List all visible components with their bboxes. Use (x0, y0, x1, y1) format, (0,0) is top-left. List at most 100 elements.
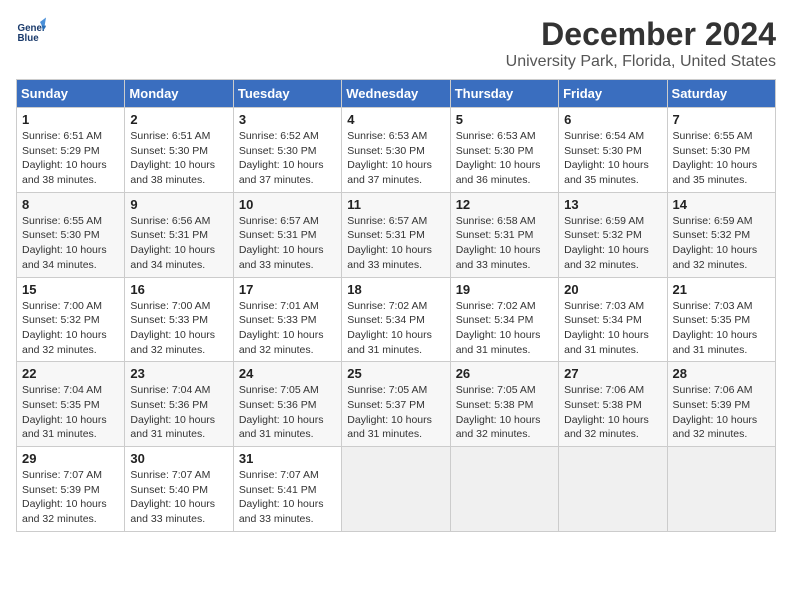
day-info: Sunrise: 7:00 AM Sunset: 5:32 PM Dayligh… (22, 299, 119, 358)
calendar-cell: 30Sunrise: 7:07 AM Sunset: 5:40 PM Dayli… (125, 447, 233, 532)
day-number: 18 (347, 282, 444, 297)
day-of-week-header: Saturday (667, 80, 775, 108)
calendar-cell: 3 Sunrise: 6:52 AM Sunset: 5:30 PM Daylig… (233, 108, 341, 193)
day-info: Sunrise: 6:58 AM Sunset: 5:31 PM Dayligh… (456, 214, 553, 273)
day-number: 4 (347, 112, 444, 127)
calendar-table: SundayMondayTuesdayWednesdayThursdayFrid… (16, 79, 776, 532)
calendar-cell: 19 Sunrise: 7:02 AM Sunset: 5:34 PM Dayli… (450, 277, 558, 362)
day-info: Sunrise: 7:07 AM Sunset: 5:39 PM Dayligh… (22, 468, 119, 527)
day-info: Sunrise: 7:06 AM Sunset: 5:39 PM Dayligh… (673, 383, 770, 442)
calendar-cell: 7 Sunrise: 6:55 AM Sunset: 5:30 PM Daylig… (667, 108, 775, 193)
calendar-week-row: 29Sunrise: 7:07 AM Sunset: 5:39 PM Dayli… (17, 447, 776, 532)
calendar-cell: 5 Sunrise: 6:53 AM Sunset: 5:30 PM Daylig… (450, 108, 558, 193)
calendar-cell: 12 Sunrise: 6:58 AM Sunset: 5:31 PM Dayli… (450, 192, 558, 277)
days-header-row: SundayMondayTuesdayWednesdayThursdayFrid… (17, 80, 776, 108)
day-info: Sunrise: 6:59 AM Sunset: 5:32 PM Dayligh… (673, 214, 770, 273)
day-number: 8 (22, 197, 119, 212)
day-info: Sunrise: 6:51 AM Sunset: 5:29 PM Dayligh… (22, 129, 119, 188)
calendar-week-row: 15 Sunrise: 7:00 AM Sunset: 5:32 PM Dayli… (17, 277, 776, 362)
day-number: 1 (22, 112, 119, 127)
day-info: Sunrise: 6:52 AM Sunset: 5:30 PM Dayligh… (239, 129, 336, 188)
calendar-cell: 29Sunrise: 7:07 AM Sunset: 5:39 PM Dayli… (17, 447, 125, 532)
logo: General Blue (16, 16, 46, 46)
day-info: Sunrise: 7:04 AM Sunset: 5:36 PM Dayligh… (130, 383, 227, 442)
calendar-cell: 26 Sunrise: 7:05 AM Sunset: 5:38 PM Dayli… (450, 362, 558, 447)
day-info: Sunrise: 6:53 AM Sunset: 5:30 PM Dayligh… (456, 129, 553, 188)
logo-icon: General Blue (16, 16, 46, 46)
day-number: 26 (456, 366, 553, 381)
day-info: Sunrise: 6:55 AM Sunset: 5:30 PM Dayligh… (673, 129, 770, 188)
calendar-cell: 25Sunrise: 7:05 AM Sunset: 5:37 PM Dayli… (342, 362, 450, 447)
day-info: Sunrise: 6:53 AM Sunset: 5:30 PM Dayligh… (347, 129, 444, 188)
day-info: Sunrise: 6:59 AM Sunset: 5:32 PM Dayligh… (564, 214, 661, 273)
day-of-week-header: Wednesday (342, 80, 450, 108)
svg-text:Blue: Blue (18, 33, 40, 44)
day-info: Sunrise: 7:06 AM Sunset: 5:38 PM Dayligh… (564, 383, 661, 442)
calendar-cell: 16Sunrise: 7:00 AM Sunset: 5:33 PM Dayli… (125, 277, 233, 362)
day-info: Sunrise: 6:51 AM Sunset: 5:30 PM Dayligh… (130, 129, 227, 188)
day-number: 3 (239, 112, 336, 127)
header: General Blue December 2024 University Pa… (16, 16, 776, 71)
day-number: 7 (673, 112, 770, 127)
calendar-cell: 1 Sunrise: 6:51 AM Sunset: 5:29 PM Daylig… (17, 108, 125, 193)
calendar-cell (667, 447, 775, 532)
day-info: Sunrise: 7:05 AM Sunset: 5:38 PM Dayligh… (456, 383, 553, 442)
day-number: 10 (239, 197, 336, 212)
day-number: 28 (673, 366, 770, 381)
day-number: 23 (130, 366, 227, 381)
calendar-cell (342, 447, 450, 532)
day-info: Sunrise: 7:00 AM Sunset: 5:33 PM Dayligh… (130, 299, 227, 358)
calendar-week-row: 22Sunrise: 7:04 AM Sunset: 5:35 PM Dayli… (17, 362, 776, 447)
day-info: Sunrise: 7:05 AM Sunset: 5:36 PM Dayligh… (239, 383, 336, 442)
day-info: Sunrise: 7:02 AM Sunset: 5:34 PM Dayligh… (456, 299, 553, 358)
day-of-week-header: Tuesday (233, 80, 341, 108)
calendar-cell: 28 Sunrise: 7:06 AM Sunset: 5:39 PM Dayli… (667, 362, 775, 447)
day-info: Sunrise: 6:56 AM Sunset: 5:31 PM Dayligh… (130, 214, 227, 273)
calendar-cell: 13Sunrise: 6:59 AM Sunset: 5:32 PM Dayli… (559, 192, 667, 277)
day-of-week-header: Monday (125, 80, 233, 108)
month-title: December 2024 (506, 16, 776, 53)
day-number: 9 (130, 197, 227, 212)
calendar-body: 1 Sunrise: 6:51 AM Sunset: 5:29 PM Daylig… (17, 108, 776, 532)
calendar-cell: 8 Sunrise: 6:55 AM Sunset: 5:30 PM Daylig… (17, 192, 125, 277)
day-info: Sunrise: 6:54 AM Sunset: 5:30 PM Dayligh… (564, 129, 661, 188)
day-number: 17 (239, 282, 336, 297)
day-number: 12 (456, 197, 553, 212)
location-title: University Park, Florida, United States (506, 53, 776, 71)
calendar-week-row: 1 Sunrise: 6:51 AM Sunset: 5:29 PM Daylig… (17, 108, 776, 193)
day-of-week-header: Sunday (17, 80, 125, 108)
day-info: Sunrise: 7:01 AM Sunset: 5:33 PM Dayligh… (239, 299, 336, 358)
calendar-cell: 31 Sunrise: 7:07 AM Sunset: 5:41 PM Dayli… (233, 447, 341, 532)
calendar-cell: 6 Sunrise: 6:54 AM Sunset: 5:30 PM Daylig… (559, 108, 667, 193)
day-number: 24 (239, 366, 336, 381)
day-info: Sunrise: 6:55 AM Sunset: 5:30 PM Dayligh… (22, 214, 119, 273)
day-number: 14 (673, 197, 770, 212)
day-number: 27 (564, 366, 661, 381)
day-info: Sunrise: 7:07 AM Sunset: 5:40 PM Dayligh… (130, 468, 227, 527)
calendar-cell: 22Sunrise: 7:04 AM Sunset: 5:35 PM Dayli… (17, 362, 125, 447)
day-number: 6 (564, 112, 661, 127)
calendar-cell (450, 447, 558, 532)
day-number: 5 (456, 112, 553, 127)
day-info: Sunrise: 7:03 AM Sunset: 5:35 PM Dayligh… (673, 299, 770, 358)
day-info: Sunrise: 6:57 AM Sunset: 5:31 PM Dayligh… (347, 214, 444, 273)
calendar-cell (559, 447, 667, 532)
calendar-cell: 20Sunrise: 7:03 AM Sunset: 5:34 PM Dayli… (559, 277, 667, 362)
day-number: 11 (347, 197, 444, 212)
day-of-week-header: Friday (559, 80, 667, 108)
calendar-cell: 17 Sunrise: 7:01 AM Sunset: 5:33 PM Dayli… (233, 277, 341, 362)
title-block: December 2024 University Park, Florida, … (506, 16, 776, 71)
day-number: 15 (22, 282, 119, 297)
calendar-cell: 9 Sunrise: 6:56 AM Sunset: 5:31 PM Daylig… (125, 192, 233, 277)
day-info: Sunrise: 7:07 AM Sunset: 5:41 PM Dayligh… (239, 468, 336, 527)
day-number: 31 (239, 451, 336, 466)
calendar-cell: 10Sunrise: 6:57 AM Sunset: 5:31 PM Dayli… (233, 192, 341, 277)
day-number: 22 (22, 366, 119, 381)
calendar-cell: 27 Sunrise: 7:06 AM Sunset: 5:38 PM Dayli… (559, 362, 667, 447)
day-number: 25 (347, 366, 444, 381)
calendar-cell: 11 Sunrise: 6:57 AM Sunset: 5:31 PM Dayli… (342, 192, 450, 277)
calendar-cell: 21Sunrise: 7:03 AM Sunset: 5:35 PM Dayli… (667, 277, 775, 362)
day-number: 19 (456, 282, 553, 297)
calendar-cell: 15 Sunrise: 7:00 AM Sunset: 5:32 PM Dayli… (17, 277, 125, 362)
day-number: 20 (564, 282, 661, 297)
